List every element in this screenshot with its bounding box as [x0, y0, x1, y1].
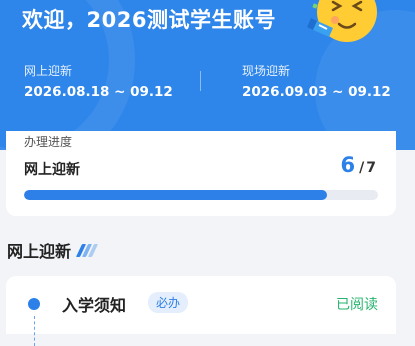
progress-title: 办理进度 [24, 135, 73, 149]
onsite-period-range: 2026.09.03 ~ 09.12 [242, 84, 391, 100]
progress-current: 6 [340, 153, 356, 177]
task-item[interactable]: 入学须知 必办 已阅读 [6, 276, 396, 346]
timeline-line [34, 316, 35, 346]
required-badge: 必办 [148, 292, 189, 313]
section-title: 网上迎新 [7, 242, 72, 261]
timeline-dot [28, 298, 40, 310]
section-header: 网上迎新 [7, 238, 99, 262]
onsite-period: 现场迎新 2026.09.03 ~ 09.12 [242, 62, 391, 100]
welcome-banner: 欢迎，2026测试学生账号 网上迎新 2026.08.18 ~ 09.12 现场… [0, 0, 415, 150]
online-period: 网上迎新 2026.08.18 ~ 09.12 [24, 62, 173, 100]
divider [200, 71, 201, 91]
stripes-icon [75, 243, 99, 257]
progress-card: 办理进度 网上迎新 6/7 [6, 131, 396, 216]
task-status: 已阅读 [336, 297, 378, 313]
online-period-range: 2026.08.18 ~ 09.12 [24, 84, 173, 100]
welcome-title: 欢迎，2026测试学生账号 [22, 8, 276, 32]
task-title: 入学须知 [62, 296, 127, 315]
online-period-label: 网上迎新 [24, 64, 73, 78]
progress-stage: 网上迎新 [24, 162, 80, 178]
onsite-period-label: 现场迎新 [242, 64, 291, 78]
progress-total: 7 [366, 160, 376, 176]
progress-bar [24, 190, 378, 200]
progress-separator: / [359, 160, 365, 176]
party-face-icon [307, 0, 377, 42]
progress-count: 6/7 [341, 153, 377, 177]
progress-bar-fill [24, 190, 328, 200]
